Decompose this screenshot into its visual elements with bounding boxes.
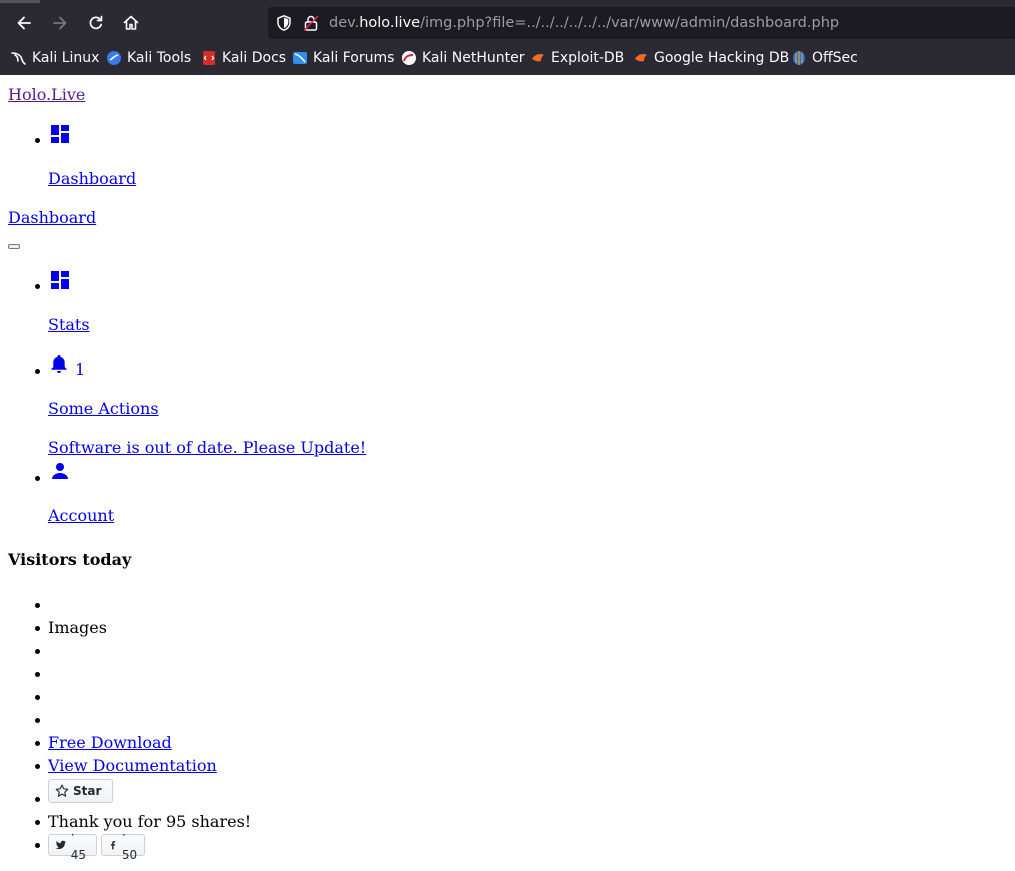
visitors-heading: Visitors today xyxy=(8,550,132,569)
bookmark-google-hacking-db[interactable]: Google Hacking DB xyxy=(633,50,789,66)
list-bullet xyxy=(35,843,40,848)
forward-button[interactable] xyxy=(46,9,74,37)
list-bullet xyxy=(35,476,40,481)
notification-badge: 1 xyxy=(75,360,86,379)
bookmarks-toolbar: Kali Linux Kali Tools Kali Docs Kali For… xyxy=(0,46,1015,72)
twitter-icon xyxy=(55,840,67,850)
url-subdomain: dev. xyxy=(329,15,360,31)
navbar-item-some-actions[interactable]: Some Actions xyxy=(48,399,159,419)
address-bar[interactable]: dev.holo.live/img.php?file=../../../../.… xyxy=(268,7,1015,39)
list-bullet xyxy=(35,672,40,677)
images-list-item: Images xyxy=(48,618,107,637)
facebook-icon xyxy=(110,841,116,850)
dashboard-icon[interactable] xyxy=(51,125,69,143)
ghdb-icon xyxy=(635,54,647,62)
notifications-link[interactable]: 1 xyxy=(48,354,88,379)
free-download-link[interactable]: Free Download xyxy=(48,733,172,753)
browser-chrome: dev.holo.live/img.php?file=../../../../.… xyxy=(0,0,1015,75)
exploit-db-icon xyxy=(532,54,544,62)
bookmark-offsec[interactable]: OffSec xyxy=(791,50,858,66)
kali-dragon-icon xyxy=(11,52,26,65)
dashboard-icon[interactable] xyxy=(51,271,69,289)
person-icon[interactable] xyxy=(51,462,69,480)
facebook-count: · 50 xyxy=(121,828,138,862)
list-bullet xyxy=(35,626,40,631)
kali-forums-icon xyxy=(293,52,307,64)
navbar-item-stats[interactable]: Stats xyxy=(48,315,90,335)
sidebar-item-dashboard[interactable]: Dashboard xyxy=(48,169,136,189)
bookmark-kali-nethunter[interactable]: Kali NetHunter xyxy=(401,50,524,66)
home-button[interactable] xyxy=(117,9,145,37)
bell-icon xyxy=(51,355,67,373)
star-label: Star xyxy=(73,784,102,798)
list-bullet xyxy=(35,764,40,769)
view-documentation-link[interactable]: View Documentation xyxy=(48,756,217,776)
reload-icon xyxy=(89,15,103,30)
bookmark-label: Google Hacking DB xyxy=(654,50,790,66)
bookmark-kali-linux[interactable]: Kali Linux xyxy=(11,50,99,66)
bookmark-label: Kali Tools xyxy=(127,50,192,66)
list-bullet xyxy=(35,369,40,374)
arrow-left-icon xyxy=(17,16,31,30)
twitter-share-button[interactable]: · 45 xyxy=(48,828,97,862)
list-bullet xyxy=(35,603,40,608)
bookmark-label: Kali Docs xyxy=(222,50,287,66)
url-path: /img.php?file=../../../../../../var/www/… xyxy=(420,15,840,31)
list-bullet xyxy=(35,695,40,700)
browser-toolbar: dev.holo.live/img.php?file=../../../../.… xyxy=(0,3,1015,41)
bookmark-exploit-db[interactable]: Exploit-DB xyxy=(530,50,624,66)
facebook-share-button[interactable]: · 50 xyxy=(101,828,145,862)
twitter-count: · 45 xyxy=(70,828,87,862)
bookmark-label: OffSec xyxy=(812,50,858,66)
list-bullet xyxy=(35,284,40,289)
list-bullet xyxy=(35,797,40,802)
kali-tools-icon xyxy=(107,51,121,65)
navbar-item-account[interactable]: Account xyxy=(48,506,114,526)
brand-link[interactable]: Holo.Live xyxy=(8,85,85,105)
bookmark-kali-docs[interactable]: Kali Docs xyxy=(201,50,286,66)
navbar-toggler-button[interactable] xyxy=(8,244,20,249)
star-icon xyxy=(55,784,69,797)
dropdown-item-update-notice[interactable]: Software is out of date. Please Update! xyxy=(48,438,366,458)
github-star-button[interactable]: Star xyxy=(48,779,113,803)
bookmark-kali-forums[interactable]: Kali Forums xyxy=(292,50,394,66)
url-text[interactable]: dev.holo.live/img.php?file=../../../../.… xyxy=(329,14,839,32)
reload-button[interactable] xyxy=(82,9,110,37)
back-button[interactable] xyxy=(10,9,38,37)
list-bullet xyxy=(35,820,40,825)
shield-icon[interactable] xyxy=(275,14,293,32)
navbar-title[interactable]: Dashboard xyxy=(8,208,96,228)
arrow-right-icon xyxy=(53,16,67,30)
list-bullet xyxy=(35,741,40,746)
list-bullet xyxy=(35,138,40,143)
home-icon xyxy=(123,15,139,30)
bookmark-label: Kali Linux xyxy=(32,50,100,66)
bookmark-kali-tools[interactable]: Kali Tools xyxy=(106,50,191,66)
insecure-lock-icon[interactable] xyxy=(302,14,320,32)
kali-docs-icon xyxy=(203,51,215,65)
url-host: holo.live xyxy=(359,15,421,31)
list-bullet xyxy=(35,649,40,654)
list-bullet xyxy=(35,718,40,723)
bookmark-label: Kali NetHunter xyxy=(422,50,525,66)
nethunter-icon xyxy=(402,51,416,65)
bookmark-label: Kali Forums xyxy=(313,50,395,66)
offsec-icon xyxy=(793,51,805,65)
bookmark-label: Exploit-DB xyxy=(551,50,625,66)
